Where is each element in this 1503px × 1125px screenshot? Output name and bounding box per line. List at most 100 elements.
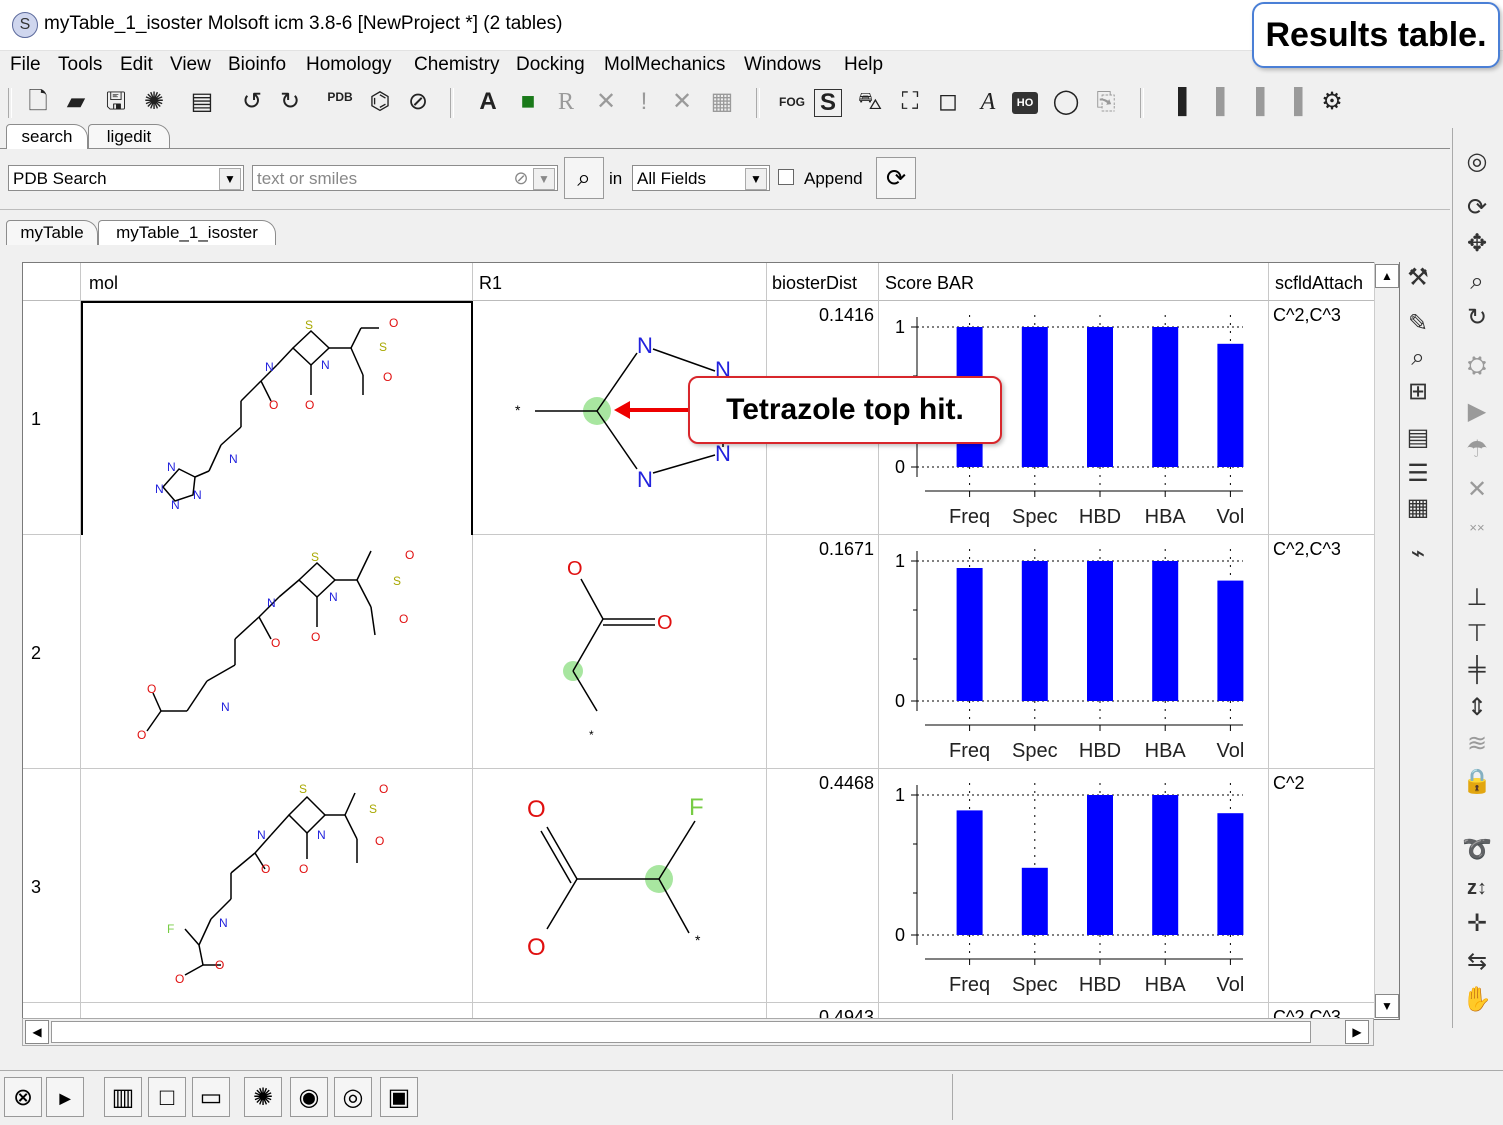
- binoculars-search-button[interactable]: ⌕: [564, 157, 604, 199]
- italic-a-icon[interactable]: A: [972, 86, 1004, 118]
- list-icon[interactable]: ☰: [1402, 458, 1434, 490]
- row-number[interactable]: 2: [23, 535, 81, 769]
- layout-icon[interactable]: ▥: [104, 1077, 142, 1117]
- measure-bottom-icon[interactable]: ⊤: [1461, 618, 1493, 650]
- menu-chemistry[interactable]: Chemistry: [414, 54, 500, 76]
- scroll-down-button[interactable]: ▼: [1375, 994, 1399, 1018]
- new-file-icon[interactable]: 🗋: [22, 86, 54, 118]
- hammer-icon[interactable]: ⚒: [1402, 262, 1434, 294]
- ho-icon[interactable]: HO: [1012, 92, 1038, 114]
- lock-icon[interactable]: 🔒: [1461, 766, 1493, 798]
- menu-windows[interactable]: Windows: [744, 54, 821, 76]
- clip-icon[interactable]: ⛭: [1461, 350, 1493, 382]
- menu-molmechanics[interactable]: MolMechanics: [604, 54, 725, 76]
- mol-cell[interactable]: S S O O O O N N N N N N N: [81, 301, 473, 537]
- menu-help[interactable]: Help: [844, 54, 883, 76]
- plot-icon[interactable]: ⌁: [1402, 538, 1434, 570]
- tab-mytable-1-isoster[interactable]: myTable_1_isoster: [98, 220, 276, 245]
- menu-file[interactable]: File: [10, 54, 41, 76]
- chevron-down-icon[interactable]: ▼: [533, 168, 555, 190]
- select-box-icon[interactable]: ■: [512, 86, 544, 118]
- window-icon[interactable]: ▭: [192, 1077, 230, 1117]
- box-icon[interactable]: ◻: [932, 86, 964, 118]
- menu-homology[interactable]: Homology: [306, 54, 392, 76]
- measure-middle-icon[interactable]: ╪: [1461, 654, 1493, 686]
- center-icon[interactable]: ◎: [1461, 146, 1493, 178]
- chevron-down-icon[interactable]: ▼: [745, 168, 767, 190]
- molsoft-icon[interactable]: ✺: [138, 86, 170, 118]
- zoom-z-icon[interactable]: z↕: [1461, 872, 1493, 904]
- r1-cell[interactable]: * O O F: [473, 769, 767, 1003]
- menu-tools[interactable]: Tools: [58, 54, 102, 76]
- grid-view-icon[interactable]: ▦: [1402, 492, 1434, 524]
- refresh-button[interactable]: ⟳: [876, 157, 916, 199]
- menu-view[interactable]: View: [170, 54, 211, 76]
- exclamation-icon[interactable]: !: [628, 86, 660, 118]
- chemistry-search-icon[interactable]: ⌬: [364, 86, 396, 118]
- menu-bioinfo[interactable]: Bioinfo: [228, 54, 286, 76]
- binoculars-icon[interactable]: ⌕: [1402, 342, 1434, 374]
- cross-icon[interactable]: ✕: [590, 86, 622, 118]
- fit-screen-icon[interactable]: ⛶: [894, 86, 926, 118]
- grid-icon[interactable]: ▦: [706, 86, 738, 118]
- eraser-icon[interactable]: ⊘: [511, 168, 531, 188]
- scroll-up-button[interactable]: ▲: [1375, 264, 1399, 288]
- align-center-icon[interactable]: ▐: [1278, 86, 1310, 118]
- move-icon[interactable]: ✥: [1461, 228, 1493, 260]
- mol-cell[interactable]: S S O O O O O O F N N N: [81, 769, 473, 1003]
- undo-icon[interactable]: ↺: [236, 86, 268, 118]
- spin-icon[interactable]: ↻: [1461, 302, 1493, 334]
- search-source-select[interactable]: PDB Search ▼: [8, 165, 244, 191]
- menu-edit[interactable]: Edit: [120, 54, 153, 76]
- measure-distance-icon[interactable]: ⇕: [1461, 692, 1493, 724]
- column-header-score-bar[interactable]: Score BAR: [879, 263, 1269, 301]
- xx-as-icon[interactable]: ××: [1461, 512, 1493, 544]
- go-icon[interactable]: ▶: [46, 1077, 84, 1117]
- row-number[interactable]: 3: [23, 769, 81, 1003]
- surface-icon[interactable]: ≋: [1461, 728, 1493, 760]
- zoom-icon[interactable]: ⌕: [1461, 266, 1493, 298]
- search-input[interactable]: text or smiles ⊘ ▼: [252, 165, 558, 191]
- stop-icon[interactable]: ⊗: [4, 1077, 42, 1117]
- close-icon[interactable]: ✕: [1461, 474, 1493, 506]
- r-label-icon[interactable]: R: [550, 86, 582, 118]
- horizontal-scrollbar[interactable]: ◀ ▶: [22, 1018, 1374, 1046]
- vertical-scrollbar[interactable]: ▲ ▼: [1374, 262, 1399, 1018]
- lasso-icon[interactable]: ➰: [1461, 834, 1493, 866]
- hand-icon[interactable]: ✋: [1461, 984, 1493, 1016]
- clipboard-icon[interactable]: ▤: [186, 86, 218, 118]
- redo-icon[interactable]: ↻: [274, 86, 306, 118]
- biosterdist-cell[interactable]: 0.1671: [767, 535, 879, 769]
- video-camera-icon[interactable]: ▣: [380, 1077, 418, 1117]
- rotate-icon[interactable]: ⟳: [1461, 192, 1493, 224]
- column-header-r1[interactable]: R1: [473, 263, 767, 301]
- molsoft-logo-icon[interactable]: ✺: [244, 1077, 282, 1117]
- pencil-icon[interactable]: ✎: [1402, 308, 1434, 340]
- fog-icon[interactable]: FOG: [776, 86, 808, 118]
- column-header-biosterdist[interactable]: biosterDist: [767, 263, 879, 301]
- open-folder-icon[interactable]: ▰: [60, 86, 92, 118]
- sphere-icon[interactable]: ◯: [1050, 86, 1082, 118]
- cross-ab-icon[interactable]: ✕: [666, 86, 698, 118]
- tree-icon[interactable]: ⊞: [1402, 376, 1434, 408]
- label-icon[interactable]: ▶: [1461, 396, 1493, 428]
- shape-icon[interactable]: ⊘: [402, 86, 434, 118]
- r1-cell[interactable]: * O O: [473, 535, 767, 769]
- mol-cell[interactable]: S S O O O O O O N N N: [81, 535, 473, 769]
- column-header-mol[interactable]: mol: [81, 263, 473, 301]
- copy-icon[interactable]: ⎘: [1090, 86, 1122, 118]
- camera-icon[interactable]: ◉: [290, 1077, 328, 1117]
- measure-top-icon[interactable]: ⊥: [1461, 582, 1493, 614]
- save-icon[interactable]: 🖫: [100, 86, 132, 118]
- car-icon[interactable]: ⛍: [854, 86, 886, 118]
- align-bottom-icon[interactable]: ▐: [1240, 86, 1272, 118]
- biosterdist-cell[interactable]: 0.4468: [767, 769, 879, 1003]
- align-top-icon[interactable]: ▐: [1162, 86, 1194, 118]
- gear-icon[interactable]: ⚙: [1316, 86, 1348, 118]
- field-select[interactable]: All Fields ▼: [632, 165, 770, 191]
- tab-ligedit[interactable]: ligedit: [88, 124, 170, 149]
- tab-mytable[interactable]: myTable: [6, 220, 98, 245]
- scroll-left-button[interactable]: ◀: [25, 1020, 49, 1044]
- score-bar-cell[interactable]: 1 0 Freq Spec HBD HBA Vol: [879, 535, 1269, 769]
- mouse-icon[interactable]: ☂: [1461, 434, 1493, 466]
